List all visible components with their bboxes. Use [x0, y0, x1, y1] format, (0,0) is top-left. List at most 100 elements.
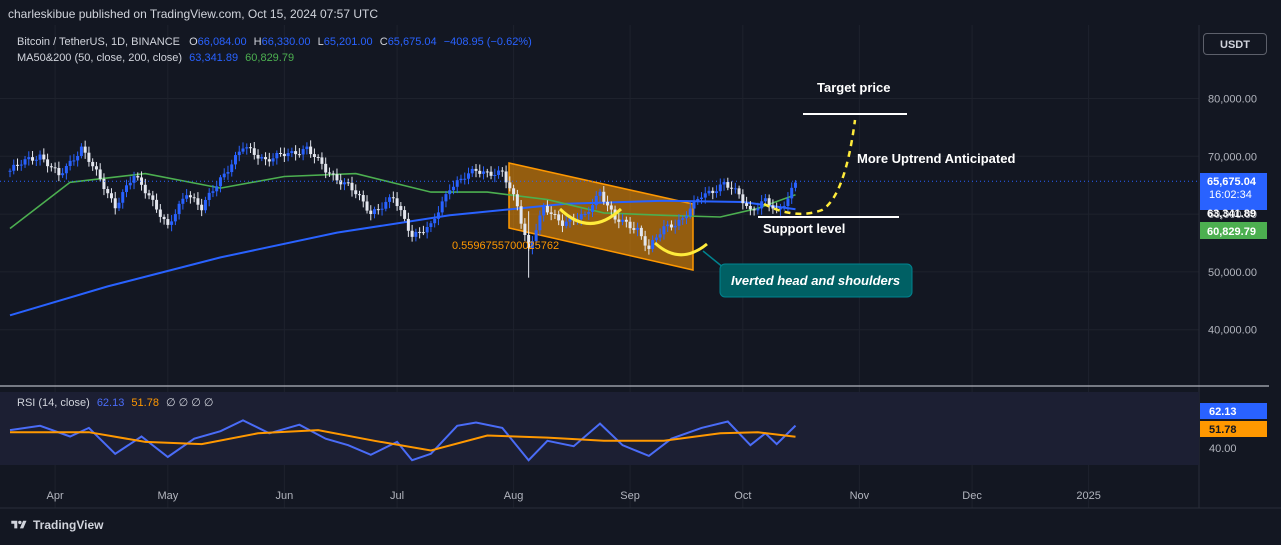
ma-legend[interactable]: MA50&200 (50, close, 200, close) 63,341.… — [17, 52, 294, 64]
candle-body — [264, 157, 268, 160]
time-tick-label: Jul — [390, 490, 404, 502]
candle-body — [515, 194, 519, 207]
candle-body — [369, 210, 373, 215]
time-tick-label: Dec — [962, 490, 982, 502]
candle-body — [365, 201, 369, 211]
candle-body — [519, 206, 523, 224]
tradingview-brand-text: TradingView — [33, 518, 104, 532]
rsi-legend[interactable]: RSI (14, close) 62.13 51.78 ∅ ∅ ∅ ∅ — [17, 396, 214, 409]
candle-body — [399, 206, 403, 211]
candle-body — [320, 157, 324, 164]
rsi-value-text: 62.13 — [1209, 406, 1237, 418]
candle-body — [425, 226, 429, 233]
candle-body — [711, 190, 715, 194]
candle-body — [715, 191, 719, 194]
candle-body — [418, 231, 422, 233]
candle-body — [23, 159, 27, 165]
currency-button[interactable]: USDT — [1203, 33, 1267, 55]
candle-body — [68, 160, 72, 167]
candle-body — [143, 184, 147, 194]
candle-body — [583, 213, 587, 215]
candle-body — [485, 171, 489, 173]
candle-body — [545, 205, 549, 213]
candle-body — [752, 209, 756, 211]
rsi-ma-value-text: 51.78 — [1209, 424, 1237, 436]
ma200-price-value: 60,829.79 — [1207, 226, 1256, 238]
candle-body — [155, 199, 159, 210]
candle-body — [647, 245, 651, 249]
candle-body — [688, 208, 692, 217]
candle-body — [181, 198, 185, 204]
candle-body — [233, 155, 237, 165]
candle-body — [207, 192, 211, 200]
candle-body — [403, 210, 407, 219]
candle-body — [83, 146, 87, 153]
candle-body — [639, 227, 643, 237]
candle-body — [245, 147, 249, 149]
publisher-line: charleskibue published on TradingView.co… — [8, 7, 378, 21]
candle-body — [579, 214, 583, 220]
candle-body — [27, 157, 31, 160]
candle-body — [34, 159, 38, 161]
rsi-tick-40: 40.00 — [1209, 443, 1237, 455]
candle-body — [91, 161, 95, 167]
candle-body — [158, 209, 162, 217]
tradingview-footer[interactable]: TradingView — [10, 518, 103, 532]
candle-body — [279, 153, 283, 155]
candle-body — [778, 207, 782, 210]
candle-body — [474, 168, 478, 171]
candle-body — [737, 188, 741, 195]
candle-body — [542, 205, 546, 216]
open-value: 66,084.00 — [197, 36, 247, 48]
candle-body — [42, 154, 46, 160]
candle-body — [793, 182, 797, 188]
candle-body — [436, 212, 440, 219]
candle-body — [756, 208, 760, 211]
candle-body — [230, 164, 234, 173]
candle-body — [53, 167, 57, 169]
candle-body — [38, 154, 42, 160]
candle-body — [267, 159, 271, 162]
candle-body — [237, 151, 241, 156]
candle-body — [726, 182, 730, 188]
candle-body — [730, 187, 734, 189]
candle-body — [470, 168, 474, 174]
candle-body — [733, 188, 737, 190]
candle-body — [718, 184, 722, 192]
candle-body — [591, 205, 595, 212]
candle-body — [549, 212, 553, 214]
candle-body — [662, 226, 666, 235]
candle-body — [790, 187, 794, 199]
candle-body — [421, 232, 425, 234]
close-key: C — [379, 36, 388, 48]
ma50-price-value: 63,341.89 — [1207, 208, 1256, 220]
candle-body — [429, 223, 433, 227]
candle-body — [102, 178, 106, 190]
candle-body — [760, 201, 764, 209]
tradingview-chart[interactable]: Target price More Uptrend Anticipated Su… — [0, 0, 1281, 545]
candle-body — [395, 198, 399, 207]
candle-body — [410, 230, 414, 237]
candle-body — [177, 203, 181, 215]
candle-body — [677, 219, 681, 226]
candle-body — [500, 170, 504, 172]
candle-body — [188, 195, 192, 198]
candle-body — [440, 201, 444, 213]
candle-body — [312, 154, 316, 157]
candle-body — [324, 163, 328, 173]
rsi-label: RSI (14, close) — [17, 397, 90, 409]
candle-body — [361, 195, 365, 202]
candle-body — [286, 153, 290, 157]
candle-body — [196, 198, 200, 205]
candle-body — [560, 220, 564, 226]
candle-body — [275, 153, 279, 159]
candle-body — [489, 171, 493, 176]
candle-body — [617, 219, 621, 222]
candle-body — [252, 148, 256, 155]
symbol-legend[interactable]: Bitcoin / TetherUS, 1D, BINANCE O66,084.… — [17, 36, 532, 48]
candle-body — [297, 154, 301, 156]
candle-body — [669, 224, 673, 228]
time-tick-label: Aug — [504, 490, 524, 502]
candle-body — [256, 154, 260, 159]
candle-body — [771, 205, 775, 209]
